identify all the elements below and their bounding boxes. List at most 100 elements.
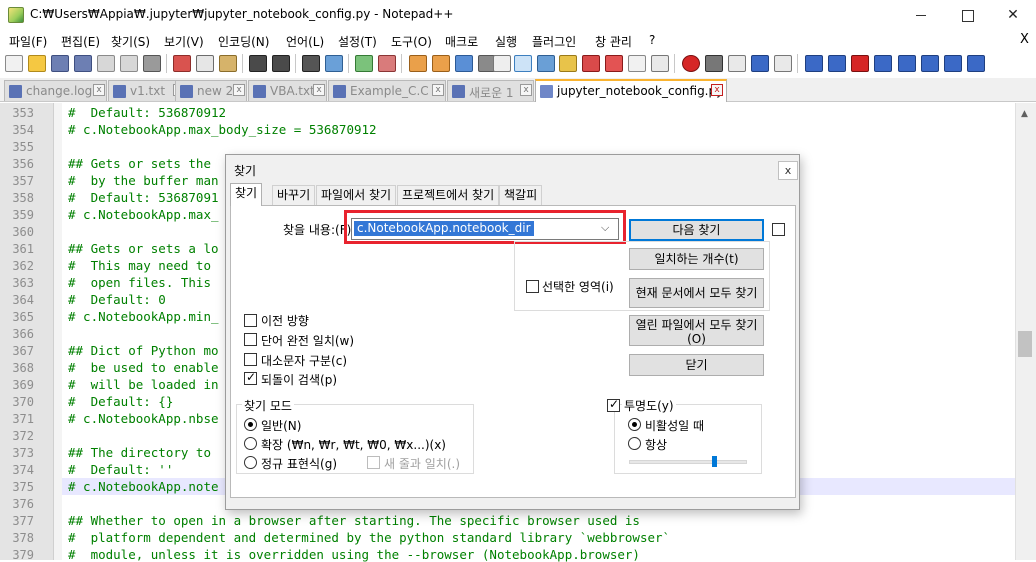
menu-encoding[interactable]: 인코딩(N) (218, 33, 269, 50)
tab-find[interactable]: 찾기 (230, 183, 263, 206)
show-all-characters-icon[interactable] (493, 55, 511, 72)
close-icon[interactable]: x (432, 84, 444, 96)
menu-run[interactable]: 실행 (495, 33, 517, 50)
transparency-checkbox[interactable] (607, 397, 620, 412)
function-list-icon[interactable] (582, 55, 600, 72)
open-file-icon[interactable] (28, 55, 46, 72)
transparency-slider-track[interactable] (629, 460, 747, 464)
tab-vba[interactable]: VBA.txt x (248, 80, 327, 101)
sync-horizontal-icon[interactable] (432, 55, 450, 72)
code-line[interactable]: # Default: 0 (68, 292, 166, 307)
scrollbar-thumb[interactable] (1018, 331, 1032, 357)
transparency-slider-handle[interactable] (712, 456, 717, 467)
align-icon[interactable] (874, 55, 892, 72)
sync-vertical-icon[interactable] (409, 55, 427, 72)
close-document-icon[interactable]: X (1020, 32, 1029, 47)
new-file-icon[interactable] (5, 55, 23, 72)
arrow-down-icon[interactable] (921, 55, 939, 72)
zoom-out-icon[interactable] (378, 55, 396, 72)
tab-example-c[interactable]: Example_C.C x (328, 80, 446, 101)
dot-newline-checkbox[interactable] (367, 456, 380, 469)
count-button[interactable]: 일치하는 개수(t) (629, 248, 764, 270)
close-icon[interactable]: x (711, 84, 723, 96)
close-button[interactable]: 닫기 (629, 354, 764, 376)
list-icon[interactable] (828, 55, 846, 72)
code-line[interactable]: # Default: 53687091 (68, 190, 219, 205)
code-line[interactable]: ## Whether to open in a browser after st… (68, 513, 640, 528)
close-icon[interactable]: x (313, 84, 325, 96)
document-map-icon[interactable] (559, 55, 577, 72)
find-icon[interactable] (302, 55, 320, 72)
word-wrap-icon[interactable] (455, 55, 473, 72)
tab-find-in-projects[interactable]: 프로젝트에서 찾기 (397, 185, 500, 205)
menu-tools[interactable]: 도구(O) (391, 33, 432, 50)
redo-icon[interactable] (272, 55, 290, 72)
replace-icon[interactable] (325, 55, 343, 72)
code-line[interactable]: # be used to enable (68, 360, 219, 375)
find-all-current-button[interactable]: 현재 문서에서 모두 찾기 (629, 278, 764, 308)
maximize-button[interactable] (944, 0, 990, 30)
close-all-icon[interactable] (120, 55, 138, 72)
code-line[interactable]: ## Dict of Python mo (68, 343, 219, 358)
record-macro-icon[interactable] (682, 55, 700, 72)
code-line[interactable]: # open files. This (68, 275, 211, 290)
menu-help[interactable]: ? (649, 33, 655, 47)
tab-new-2[interactable]: new 2 x (175, 80, 247, 101)
tab-jupyter-config[interactable]: jupyter_notebook_config.py x (535, 79, 727, 102)
transparency-always-radio[interactable] (628, 437, 641, 450)
menu-view[interactable]: 보기(V) (164, 33, 204, 50)
code-line[interactable]: # c.NotebookApp.max_body_size = 53687091… (68, 122, 377, 137)
print-icon[interactable] (143, 55, 161, 72)
code-line[interactable]: # Default: {} (68, 394, 173, 409)
tab-new-1[interactable]: 새로운 1 x (447, 80, 534, 101)
arrow-up-icon[interactable] (898, 55, 916, 72)
menu-plugins[interactable]: 플러그인 (532, 33, 576, 50)
mode-extended-radio[interactable] (244, 437, 257, 450)
backward-checkbox[interactable] (244, 314, 257, 327)
dialog-close-button[interactable]: x (778, 161, 798, 180)
code-line[interactable]: # by the buffer man (68, 173, 219, 188)
close-icon[interactable]: x (233, 84, 245, 96)
code-line[interactable]: # platform dependent and determined by t… (68, 530, 670, 545)
monitoring-icon[interactable] (628, 55, 646, 72)
tab-replace[interactable]: 바꾸기 (272, 185, 316, 205)
match-case-checkbox[interactable] (244, 353, 257, 366)
wrap-around-checkbox[interactable] (244, 370, 257, 385)
cut-icon[interactable] (173, 55, 191, 72)
undo-icon[interactable] (249, 55, 267, 72)
tab-change-log[interactable]: change.log x (4, 80, 107, 101)
minimize-button[interactable] (898, 0, 944, 30)
save-all-icon[interactable] (74, 55, 92, 72)
compare-icon[interactable] (851, 55, 869, 72)
code-line[interactable]: ## Gets or sets the (68, 156, 211, 171)
folder-workspace-icon[interactable] (605, 55, 623, 72)
code-line[interactable]: # c.NotebookApp.min_ (68, 309, 219, 324)
mode-regex-radio[interactable] (244, 456, 257, 469)
play-macro-icon[interactable] (728, 55, 746, 72)
menu-language[interactable]: 언어(L) (286, 33, 324, 50)
menu-edit[interactable]: 편집(E) (61, 33, 100, 50)
transparency-on-lose-focus-radio[interactable] (628, 418, 641, 431)
save-macro-icon[interactable] (774, 55, 792, 72)
code-line[interactable]: # c.NotebookApp.max_ (68, 207, 219, 222)
mode-normal-radio[interactable] (244, 418, 257, 431)
code-line[interactable]: # c.NotebookApp.note (68, 479, 219, 494)
menu-search[interactable]: 찾기(S) (111, 33, 150, 50)
menu-file[interactable]: 파일(F) (9, 33, 47, 50)
code-line[interactable]: # Default: '' (68, 462, 173, 477)
arrow-last-icon[interactable] (967, 55, 985, 72)
bookmark-icon[interactable] (805, 55, 823, 72)
whole-word-checkbox[interactable] (244, 333, 257, 346)
two-button-mode-checkbox[interactable] (772, 223, 785, 236)
close-icon[interactable]: x (520, 84, 532, 96)
close-window-button[interactable]: ✕ (990, 0, 1036, 30)
menu-macro[interactable]: 매크로 (445, 33, 478, 50)
code-line[interactable]: # c.NotebookApp.nbse (68, 411, 219, 426)
zoom-in-icon[interactable] (355, 55, 373, 72)
code-line[interactable]: ## The directory to (68, 445, 211, 460)
find-all-open-button[interactable]: 열린 파일에서 모두 찾기 (O) (629, 315, 764, 346)
close-file-icon[interactable] (97, 55, 115, 72)
stop-macro-icon[interactable] (705, 55, 723, 72)
tab-mark[interactable]: 책갈피 (499, 185, 543, 205)
tab-find-in-files[interactable]: 파일에서 찾기 (316, 185, 397, 205)
